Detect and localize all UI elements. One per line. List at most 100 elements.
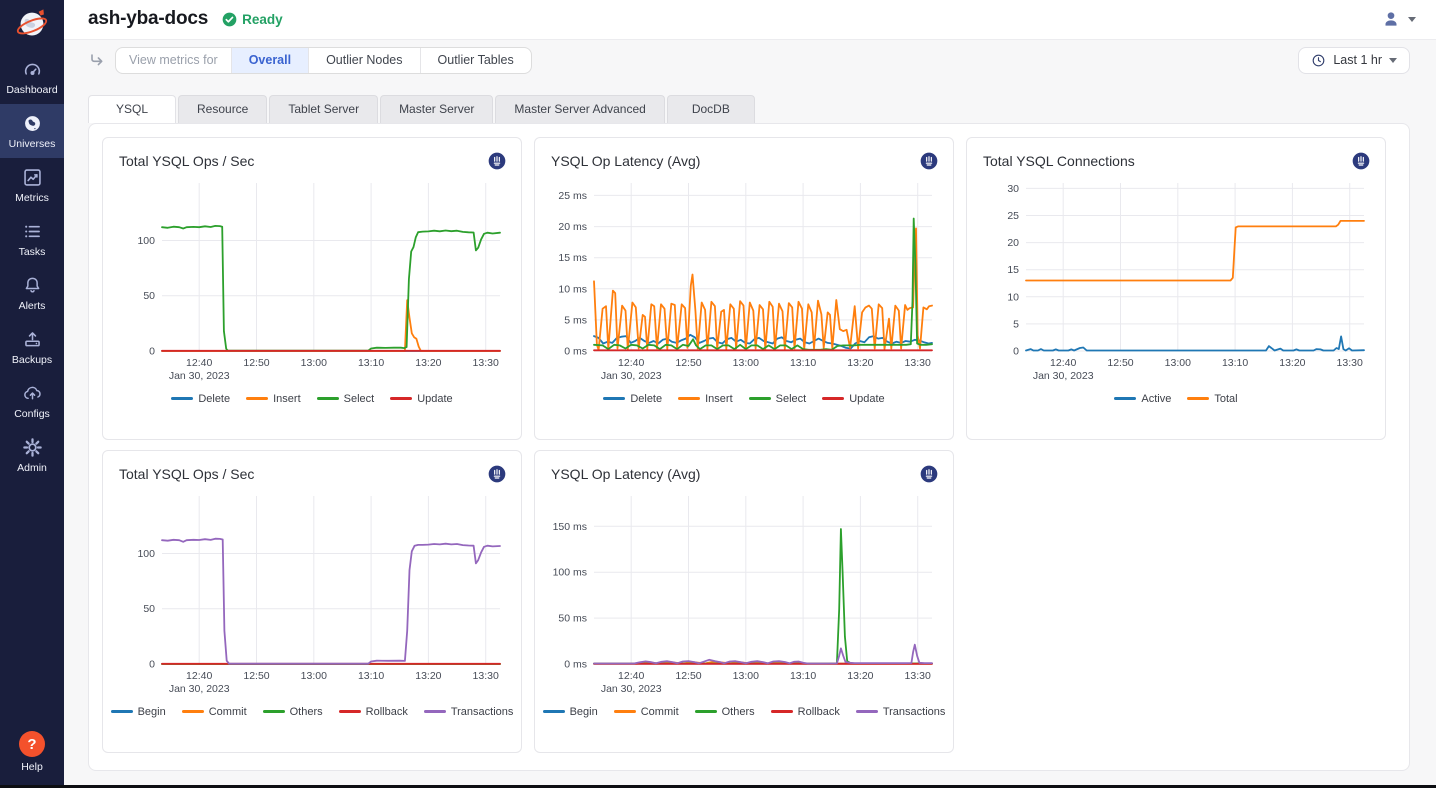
chart-legend: Delete Insert Select Update [103, 393, 521, 405]
svg-text:12:50: 12:50 [675, 357, 701, 369]
svg-text:Jan 30, 2023: Jan 30, 2023 [1033, 370, 1094, 382]
svg-text:13:00: 13:00 [301, 670, 327, 682]
chart-legend: Begin Commit Others Rollback Transactions [103, 706, 521, 718]
legend-item-select[interactable]: Select [317, 393, 375, 405]
svg-text:13:00: 13:00 [733, 357, 759, 369]
prometheus-link-icon[interactable] [487, 151, 507, 171]
chart-title: Total YSQL Ops / Sec [119, 153, 254, 169]
user-menu[interactable] [1381, 9, 1416, 29]
status-badge: Ready [222, 12, 283, 27]
svg-text:50: 50 [143, 290, 155, 302]
status-text: Ready [242, 12, 283, 27]
legend-item-commit[interactable]: Commit [614, 706, 679, 718]
scope-option-outlier-tables[interactable]: Outlier Tables [420, 48, 531, 73]
legend-item-insert[interactable]: Insert [678, 393, 733, 405]
line-chart-plot: 12:40Jan 30, 202312:5013:0013:1013:2013:… [118, 175, 506, 393]
svg-text:13:20: 13:20 [847, 670, 873, 682]
metrics-panel: Total YSQL Ops / Sec 12:40Jan 30, 202312… [88, 123, 1410, 771]
legend-item-begin[interactable]: Begin [543, 706, 598, 718]
legend-item-insert[interactable]: Insert [246, 393, 301, 405]
tab-tablet-server[interactable]: Tablet Server [269, 95, 378, 123]
tab-ysql[interactable]: YSQL [88, 95, 176, 123]
legend-item-update[interactable]: Update [390, 393, 452, 405]
time-range-button[interactable]: Last 1 hr [1298, 47, 1410, 74]
chart-title: Total YSQL Connections [983, 153, 1135, 169]
tab-resource[interactable]: Resource [178, 95, 267, 123]
legend-item-delete[interactable]: Delete [171, 393, 230, 405]
charts-grid: Total YSQL Ops / Sec 12:40Jan 30, 202312… [102, 137, 1396, 753]
legend-item-rollback[interactable]: Rollback [771, 706, 840, 718]
svg-text:13:20: 13:20 [415, 357, 441, 369]
svg-text:Jan 30, 2023: Jan 30, 2023 [601, 370, 662, 382]
svg-text:12:50: 12:50 [1107, 357, 1133, 369]
svg-text:20 ms: 20 ms [558, 221, 587, 233]
yugabyte-logo[interactable] [0, 0, 64, 50]
sidebar-item-admin[interactable]: Admin [0, 428, 64, 482]
prometheus-link-icon[interactable] [919, 464, 939, 484]
clock-icon [1311, 53, 1326, 68]
sidebar-item-metrics[interactable]: Metrics [0, 158, 64, 212]
sidebar-item-universes[interactable]: Universes [0, 104, 64, 158]
svg-text:13:00: 13:00 [301, 357, 327, 369]
metric-tabs: YSQL Resource Tablet Server Master Serve… [64, 74, 1436, 123]
legend-item-delete[interactable]: Delete [603, 393, 662, 405]
yugabyte-planet-icon [13, 6, 51, 44]
svg-text:13:00: 13:00 [1165, 357, 1191, 369]
prometheus-link-icon[interactable] [487, 464, 507, 484]
svg-text:12:50: 12:50 [243, 670, 269, 682]
legend-item-begin[interactable]: Begin [111, 706, 166, 718]
metrics-scope-control: View metrics for Overall Outlier Nodes O… [115, 47, 532, 74]
alerts-bell-icon [22, 275, 43, 296]
chart-title: Total YSQL Ops / Sec [119, 466, 254, 482]
legend-item-others[interactable]: Others [263, 706, 323, 718]
legend-item-rollback[interactable]: Rollback [339, 706, 408, 718]
svg-text:13:20: 13:20 [1279, 357, 1305, 369]
tab-master-server-advanced[interactable]: Master Server Advanced [495, 95, 664, 123]
sidebar-item-help[interactable]: ? Help [19, 731, 45, 773]
metrics-toolbar: View metrics for Overall Outlier Nodes O… [64, 40, 1436, 74]
scope-option-outlier-nodes[interactable]: Outlier Nodes [308, 48, 419, 73]
svg-text:100 ms: 100 ms [553, 567, 587, 579]
legend-item-transactions[interactable]: Transactions [424, 706, 514, 718]
legend-item-select[interactable]: Select [749, 393, 807, 405]
svg-text:30: 30 [1007, 183, 1019, 195]
svg-text:13:30: 13:30 [473, 357, 499, 369]
svg-text:13:10: 13:10 [358, 670, 384, 682]
svg-text:100: 100 [137, 548, 155, 560]
chart-card-total-ysql-ops-transactions: Total YSQL Ops / Sec 12:40Jan 30, 202312… [102, 450, 522, 753]
svg-text:10 ms: 10 ms [558, 283, 587, 295]
prometheus-link-icon[interactable] [1351, 151, 1371, 171]
scope-option-overall[interactable]: Overall [231, 48, 308, 73]
legend-item-total[interactable]: Total [1187, 393, 1237, 405]
line-chart-plot: 12:40Jan 30, 202312:5013:0013:1013:2013:… [550, 488, 938, 706]
admin-gear-icon [22, 437, 43, 458]
time-range-label: Last 1 hr [1333, 53, 1382, 67]
line-chart-plot: 12:40Jan 30, 202312:5013:0013:1013:2013:… [118, 488, 506, 706]
svg-text:25: 25 [1007, 210, 1019, 222]
tab-master-server[interactable]: Master Server [380, 95, 493, 123]
legend-item-active[interactable]: Active [1114, 393, 1171, 405]
sidebar-item-tasks[interactable]: Tasks [0, 212, 64, 266]
tab-docdb[interactable]: DocDB [667, 95, 755, 123]
user-avatar-icon [1381, 9, 1401, 29]
svg-text:25 ms: 25 ms [558, 190, 587, 202]
svg-text:12:50: 12:50 [675, 670, 701, 682]
universes-globe-icon [22, 113, 43, 134]
sidebar-item-configs[interactable]: Configs [0, 374, 64, 428]
legend-item-transactions[interactable]: Transactions [856, 706, 946, 718]
sidebar-item-dashboard[interactable]: Dashboard [0, 50, 64, 104]
sidebar-item-alerts[interactable]: Alerts [0, 266, 64, 320]
legend-item-commit[interactable]: Commit [182, 706, 247, 718]
svg-text:20: 20 [1007, 237, 1019, 249]
prometheus-link-icon[interactable] [919, 151, 939, 171]
svg-text:13:30: 13:30 [1337, 357, 1363, 369]
legend-item-update[interactable]: Update [822, 393, 884, 405]
configs-cloud-icon [22, 383, 43, 404]
help-question-icon: ? [19, 731, 45, 757]
backups-upload-icon [22, 329, 43, 350]
sidebar-item-label: Configs [14, 408, 50, 420]
sidebar-item-backups[interactable]: Backups [0, 320, 64, 374]
tasks-list-icon [22, 221, 43, 242]
svg-text:5 ms: 5 ms [564, 314, 587, 326]
legend-item-others[interactable]: Others [695, 706, 755, 718]
